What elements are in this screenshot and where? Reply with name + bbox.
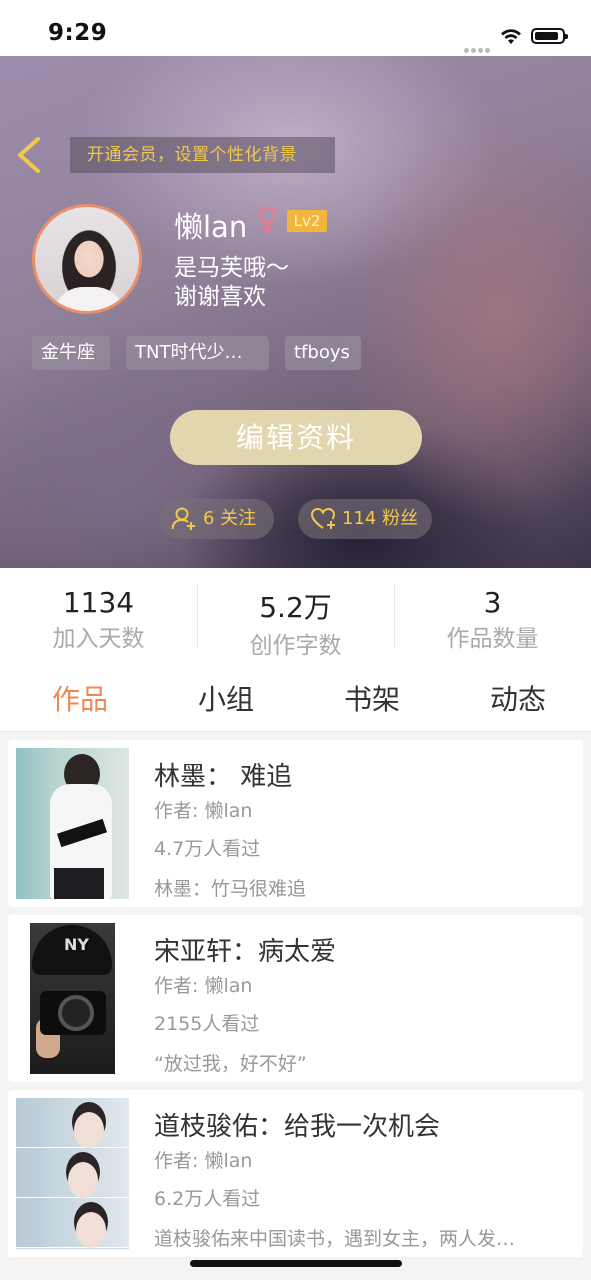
work-card[interactable]: 道枝骏佑：给我一次机会 作者: 懒lan 6.2万人看过 道枝骏佑来中国读书，遇…: [8, 1090, 583, 1257]
stat-value: 3: [483, 586, 502, 619]
profile-screen: 9:29 开通会员，设置个性化背景 懒lan ♀ Lv2 是马芙哦～ 谢谢喜欢 …: [0, 0, 591, 1280]
work-card[interactable]: NY 宋亚轩：病太爱 作者: 懒lan 2155人看过 “放过我，好不好”: [8, 915, 583, 1082]
work-views: 6.2万人看过: [154, 1188, 261, 1210]
work-description: 林墨：竹马很难追: [154, 878, 307, 900]
username: 懒lan: [174, 210, 248, 244]
user-add-icon: [171, 507, 195, 530]
stat-works-count: 3 作品数量: [394, 568, 591, 660]
home-indicator[interactable]: [190, 1260, 402, 1267]
wifi-icon: [501, 29, 521, 44]
work-views: 2155人看过: [154, 1013, 260, 1035]
tab-bookshelf[interactable]: 书架: [322, 678, 422, 718]
work-title: 道枝骏佑：给我一次机会: [154, 1112, 441, 1142]
work-cover-image: [16, 748, 129, 899]
stat-label: 作品数量: [446, 626, 539, 652]
work-card[interactable]: 林墨： 难追 作者: 懒lan 4.7万人看过 林墨：竹马很难追: [8, 740, 583, 907]
status-time: 9:29: [48, 20, 108, 46]
bio: 是马芙哦～ 谢谢喜欢: [174, 254, 289, 312]
tag-zodiac[interactable]: 金牛座: [32, 336, 110, 370]
stat-value: 5.2万: [259, 591, 332, 624]
bio-line: 是马芙哦～: [174, 255, 289, 281]
work-author: 作者: 懒lan: [154, 975, 253, 997]
work-description: 道枝骏佑来中国读书，遇到女主，两人发…: [154, 1228, 516, 1250]
level-badge: Lv2: [287, 210, 327, 232]
work-title: 宋亚轩：病太爱: [154, 937, 337, 967]
status-bar: 9:29: [0, 0, 591, 56]
work-views: 4.7万人看过: [154, 838, 261, 860]
back-arrow-icon[interactable]: [14, 136, 44, 174]
stat-join-days: 1134 加入天数: [0, 568, 197, 660]
fans-button[interactable]: 114 粉丝: [298, 499, 432, 539]
stat-value: 1134: [62, 586, 135, 619]
work-author: 作者: 懒lan: [154, 1150, 253, 1172]
tab-groups[interactable]: 小组: [176, 678, 276, 718]
profile-header: 开通会员，设置个性化背景 懒lan ♀ Lv2 是马芙哦～ 谢谢喜欢 金牛座 T…: [0, 56, 591, 568]
stat-label: 加入天数: [52, 626, 145, 652]
tag-group[interactable]: tfboys: [285, 336, 361, 370]
tag-fandom[interactable]: TNT时代少…: [126, 336, 269, 370]
tab-works[interactable]: 作品: [30, 678, 130, 718]
battery-icon: [531, 28, 568, 44]
stat-label: 创作字数: [249, 633, 342, 659]
work-description: “放过我，好不好”: [154, 1053, 307, 1075]
work-author: 作者: 懒lan: [154, 800, 253, 822]
signal-icon: [464, 38, 492, 53]
following-button[interactable]: 6 关注: [159, 499, 274, 539]
work-title: 林墨： 难追: [154, 762, 293, 792]
work-cover-image: NY: [16, 923, 129, 1074]
tab-activity[interactable]: 动态: [468, 678, 568, 718]
bio-line: 谢谢喜欢: [174, 284, 266, 310]
female-gender-icon: ♀: [256, 201, 279, 237]
heart-plus-icon: [310, 507, 336, 529]
tab-bar: 作品 小组 书架 动态: [0, 660, 591, 732]
fans-count: 114 粉丝: [342, 508, 419, 529]
vip-background-banner[interactable]: 开通会员，设置个性化背景: [70, 137, 335, 173]
avatar[interactable]: [32, 204, 142, 314]
edit-profile-button[interactable]: 编辑资料: [170, 410, 422, 465]
following-count: 6 关注: [203, 508, 257, 529]
work-cover-image: [16, 1098, 129, 1249]
stats-bar: 1134 加入天数 5.2万 创作字数 3 作品数量: [0, 568, 591, 660]
stat-word-count: 5.2万 创作字数: [197, 568, 394, 660]
